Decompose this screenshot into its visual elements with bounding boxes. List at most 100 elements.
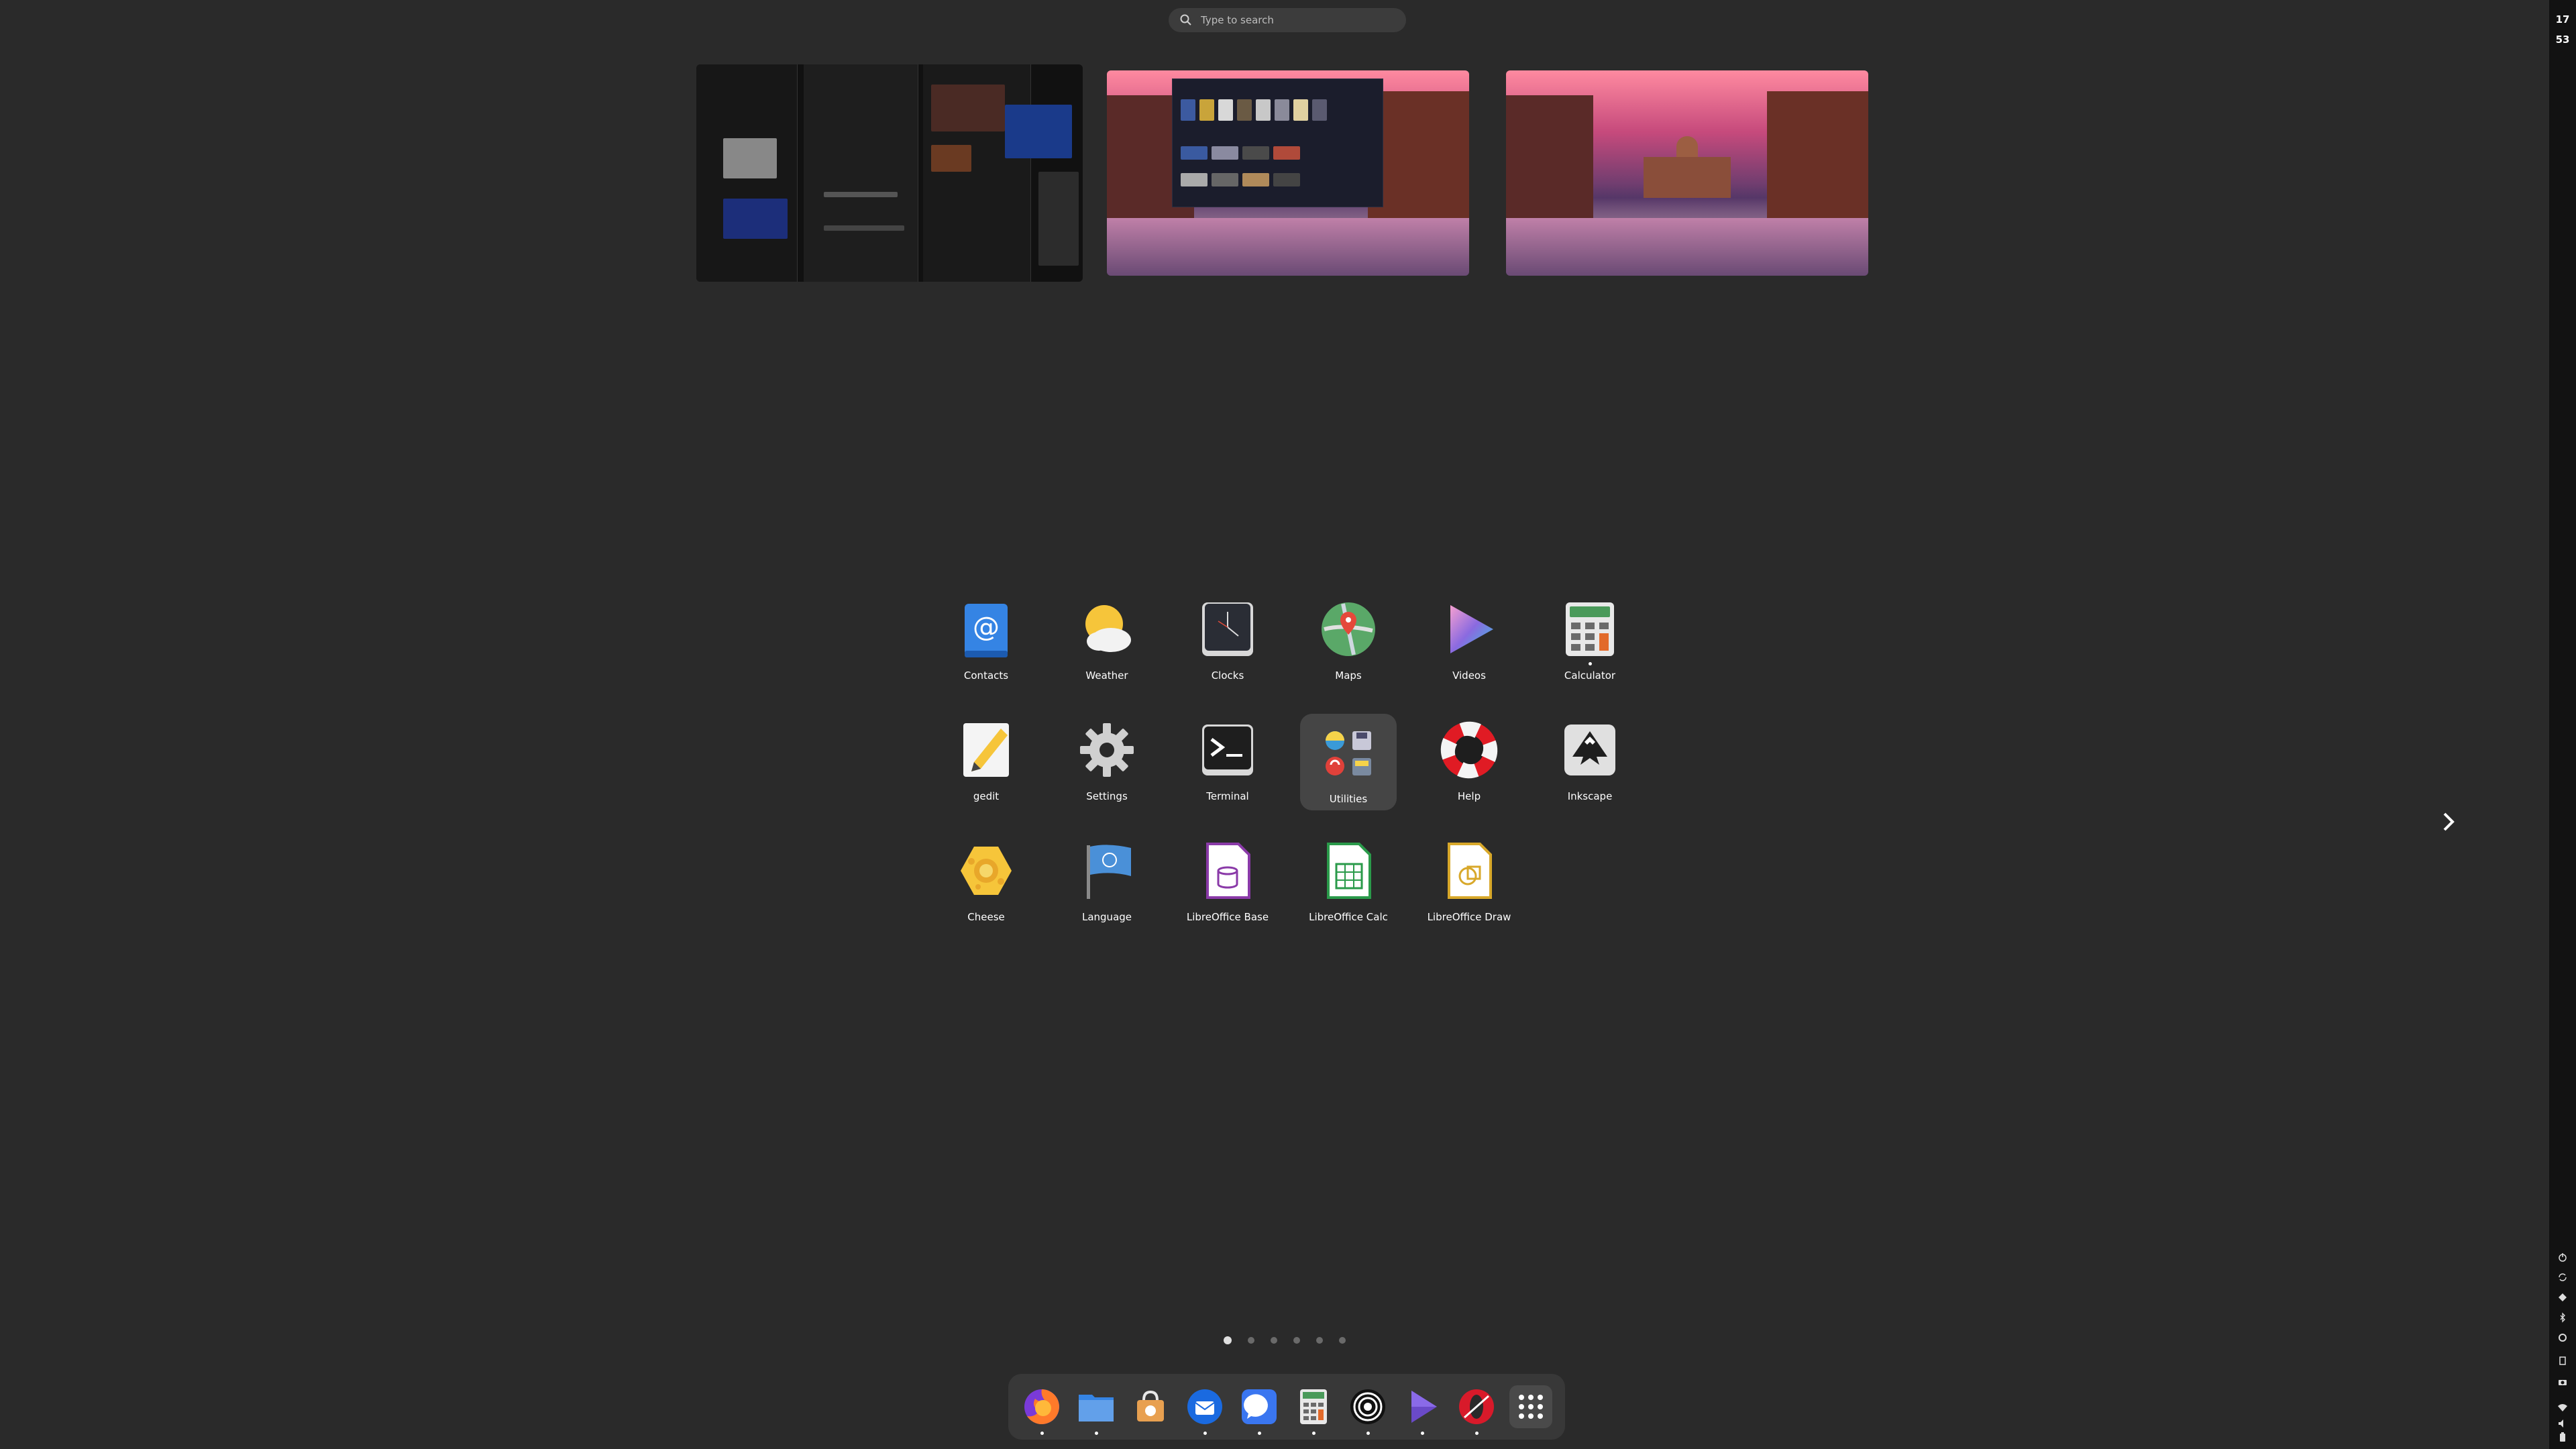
calculator-icon <box>1558 597 1622 665</box>
files-icon <box>1079 1395 1114 1421</box>
app-libreoffice-base[interactable]: LibreOffice Base <box>1179 832 1276 928</box>
window-thumbnail-image <box>1038 172 1079 266</box>
gear-icon[interactable] <box>2555 1330 2571 1346</box>
app-contacts[interactable]: @ Contacts <box>938 590 1034 687</box>
tor-icon <box>1350 1389 1385 1424</box>
inkscape-icon <box>1558 718 1622 782</box>
libreoffice-draw-icon <box>1437 839 1501 903</box>
app-folder-utilities[interactable]: Utilities <box>1300 714 1397 810</box>
thunderbird-icon <box>1187 1389 1222 1424</box>
battery-icon[interactable] <box>2555 1429 2571 1445</box>
page-dot[interactable] <box>1293 1337 1300 1344</box>
app-language[interactable]: Language <box>1059 832 1155 928</box>
search-icon <box>1179 13 1193 27</box>
running-indicator <box>1258 1432 1261 1435</box>
app-maps[interactable]: Maps <box>1300 590 1397 687</box>
workspace-thumbnail-3[interactable] <box>1506 70 1868 276</box>
page-dot[interactable] <box>1316 1337 1323 1344</box>
dock-item-tor[interactable] <box>1346 1385 1389 1435</box>
libreoffice-calc-icon <box>1316 839 1381 903</box>
app-label: Utilities <box>1329 793 1368 805</box>
show-apps-button[interactable] <box>1509 1385 1552 1428</box>
page-dot[interactable] <box>1271 1337 1277 1344</box>
app-inkscape[interactable]: Inkscape <box>1542 711 1638 808</box>
workspace-thumbnail-1[interactable] <box>696 64 1083 282</box>
page-dot[interactable] <box>1224 1336 1232 1344</box>
dock-item-files[interactable] <box>1075 1385 1118 1435</box>
sync-icon[interactable] <box>2555 1269 2571 1285</box>
page-dot[interactable] <box>1248 1337 1254 1344</box>
wallpaper-floor <box>1506 218 1868 276</box>
app-label: Terminal <box>1206 790 1249 802</box>
search-bar[interactable] <box>1169 8 1406 32</box>
dock-item-thunderbird[interactable] <box>1183 1385 1226 1435</box>
window-thumbnail-image <box>824 192 898 197</box>
app-label: LibreOffice Calc <box>1309 911 1388 923</box>
wifi-icon[interactable] <box>2555 1399 2571 1415</box>
wallpaper-dome <box>1676 136 1699 157</box>
page-dot[interactable] <box>1339 1337 1346 1344</box>
window-thumbnail-image <box>931 85 1005 131</box>
app-label: Clocks <box>1211 669 1244 682</box>
power-icon[interactable] <box>2555 1249 2571 1265</box>
bluetooth-icon[interactable] <box>2555 1309 2571 1326</box>
running-indicator <box>1421 1432 1424 1435</box>
running-indicator <box>1475 1432 1479 1435</box>
app-libreoffice-draw[interactable]: LibreOffice Draw <box>1421 832 1517 928</box>
clock-hour: 17 <box>2555 13 2570 25</box>
dock-item-opera[interactable] <box>1455 1385 1498 1435</box>
app-label: LibreOffice Base <box>1186 911 1269 923</box>
window-thumbnail-image <box>931 145 971 172</box>
app-clocks[interactable]: Clocks <box>1179 590 1276 687</box>
app-label: Weather <box>1085 669 1128 682</box>
app-label: gedit <box>973 790 1000 802</box>
app-gedit[interactable]: gedit <box>938 711 1034 808</box>
page-indicator <box>1224 1336 1346 1344</box>
running-indicator <box>1040 1432 1044 1435</box>
videos-icon <box>1437 597 1501 661</box>
language-icon <box>1075 839 1139 903</box>
dock-item-video-player[interactable] <box>1401 1385 1444 1435</box>
app-terminal[interactable]: Terminal <box>1179 711 1276 808</box>
app-settings[interactable]: Settings <box>1059 711 1155 808</box>
app-label: Language <box>1081 911 1132 923</box>
search-input[interactable] <box>1199 13 1406 27</box>
dock-item-chat[interactable] <box>1238 1385 1281 1435</box>
network-icon[interactable] <box>2555 1289 2571 1305</box>
app-help[interactable]: Help <box>1421 711 1517 808</box>
running-indicator <box>1589 662 1592 665</box>
opera-icon <box>1459 1389 1494 1424</box>
dock-item-firefox[interactable] <box>1020 1385 1063 1435</box>
utilities-folder-icon <box>1316 720 1381 785</box>
app-label: Cheese <box>967 911 1005 923</box>
camera-icon[interactable] <box>2555 1374 2571 1390</box>
running-indicator <box>1366 1432 1370 1435</box>
app-label: Help <box>1457 790 1481 802</box>
show-apps-icon <box>1519 1395 1543 1419</box>
video-player-icon <box>1411 1391 1437 1423</box>
app-libreoffice-calc[interactable]: LibreOffice Calc <box>1300 832 1397 928</box>
wallpaper-building <box>1766 91 1868 219</box>
next-page-button[interactable] <box>2435 805 2462 839</box>
app-label: Maps <box>1335 669 1362 682</box>
workspace-thumbnail-2[interactable] <box>1107 70 1469 276</box>
app-cheese[interactable]: Cheese <box>938 832 1034 928</box>
app-videos[interactable]: Videos <box>1421 590 1517 687</box>
app-weather[interactable]: Weather <box>1059 590 1155 687</box>
clock[interactable]: 17 53 <box>2549 9 2576 50</box>
help-icon <box>1437 718 1501 782</box>
svg-text:@: @ <box>973 612 1000 643</box>
dock-item-calculator[interactable] <box>1292 1385 1335 1435</box>
running-indicator <box>1312 1432 1316 1435</box>
dock-item-software[interactable] <box>1129 1385 1172 1428</box>
app-label: LibreOffice Draw <box>1427 911 1511 923</box>
clipboard-icon[interactable] <box>2555 1352 2571 1368</box>
clocks-icon <box>1195 597 1260 661</box>
window-preview <box>1172 78 1384 207</box>
running-indicator <box>1203 1432 1207 1435</box>
settings-icon <box>1075 718 1139 782</box>
window-thumbnail-image <box>1005 105 1072 158</box>
weather-icon <box>1075 597 1139 661</box>
app-calculator[interactable]: Calculator <box>1542 590 1638 687</box>
app-label: Contacts <box>963 669 1009 682</box>
